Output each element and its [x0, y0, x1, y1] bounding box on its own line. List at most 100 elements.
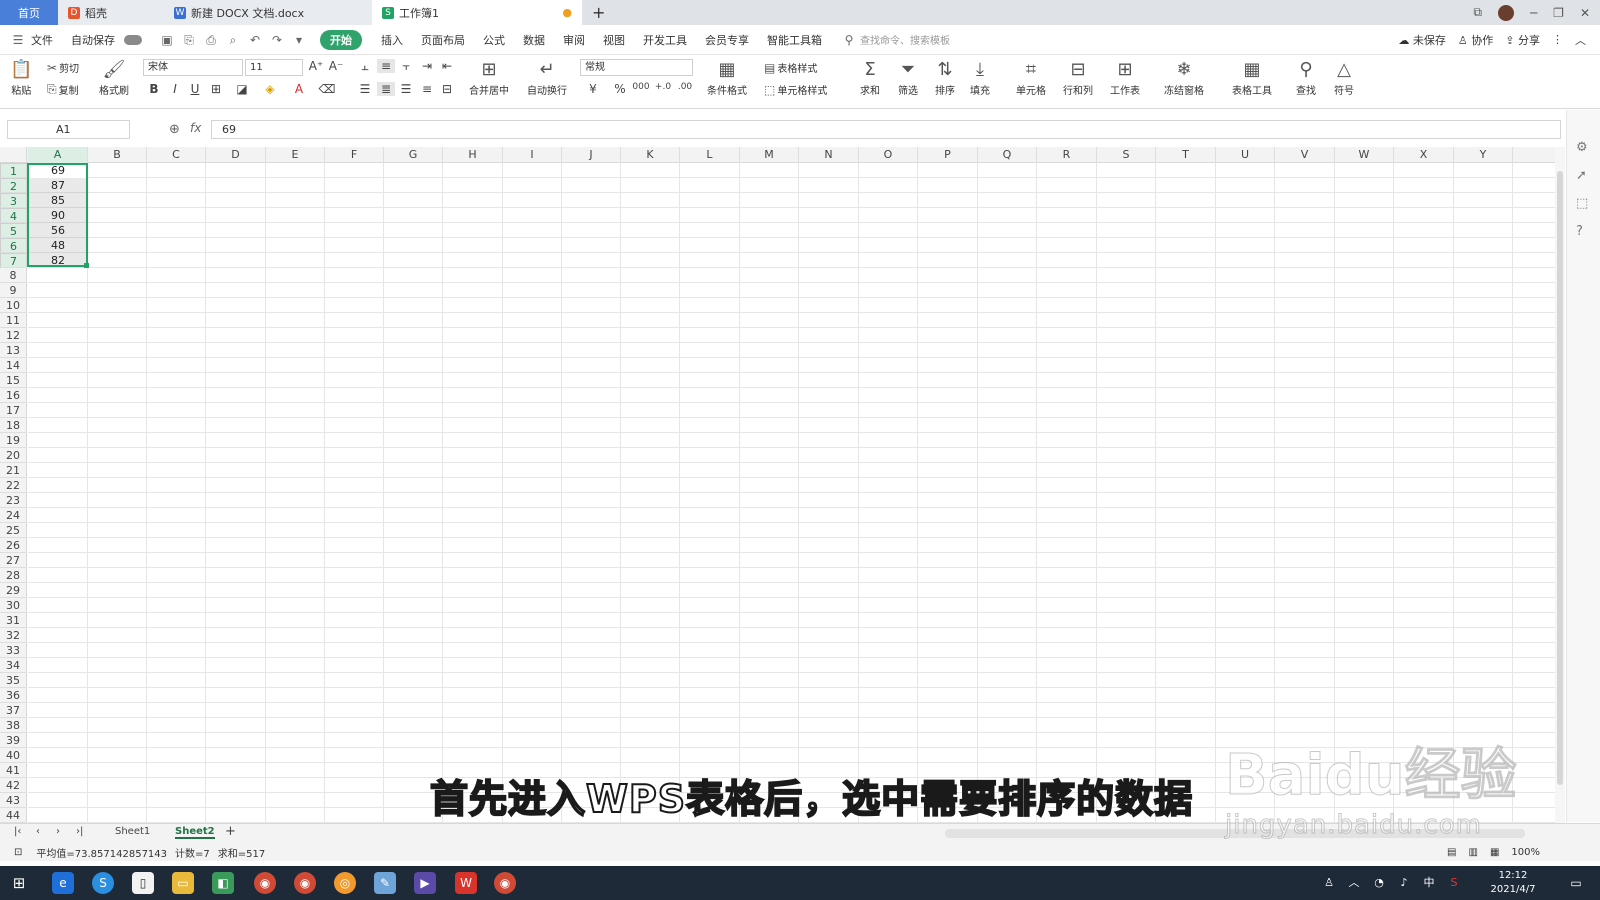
align-bottom-icon[interactable]: ⫟: [397, 59, 415, 74]
help-icon[interactable]: ?: [1576, 224, 1583, 239]
preview-icon[interactable]: ⌕: [225, 32, 241, 48]
tab-workbook[interactable]: S 工作簿1 ●: [372, 0, 582, 25]
row-header-18[interactable]: 18: [0, 418, 27, 433]
row-header-19[interactable]: 19: [0, 433, 27, 448]
sogou-icon[interactable]: S: [92, 872, 114, 894]
menu-formula[interactable]: 公式: [474, 32, 514, 48]
fill-handle[interactable]: [84, 263, 89, 268]
row-header-4[interactable]: 4: [0, 208, 27, 223]
row-header-20[interactable]: 20: [0, 448, 27, 463]
menu-developer[interactable]: 开发工具: [634, 32, 696, 48]
wps-icon[interactable]: W: [455, 872, 477, 894]
increase-decimal-icon[interactable]: +.0: [654, 82, 672, 92]
pointer-icon[interactable]: ➚: [1576, 168, 1587, 183]
sort-button[interactable]: ⇅ 排序: [935, 58, 955, 97]
row-header-30[interactable]: 30: [0, 598, 27, 613]
font-size-select[interactable]: 11: [245, 59, 303, 76]
cell-a2[interactable]: 87: [28, 178, 88, 193]
outdent-icon[interactable]: ⇤: [438, 59, 456, 73]
menu-review[interactable]: 审阅: [554, 32, 594, 48]
row-header-37[interactable]: 37: [0, 703, 27, 718]
row-header-11[interactable]: 11: [0, 313, 27, 328]
row-header-44[interactable]: 44: [0, 808, 27, 823]
restore-icon[interactable]: ❐: [1553, 6, 1564, 20]
table-tools-button[interactable]: ▦ 表格工具: [1232, 58, 1272, 97]
row-header-26[interactable]: 26: [0, 538, 27, 553]
table-style-button[interactable]: ▤ 表格样式: [764, 60, 817, 76]
undo-icon[interactable]: ↶: [247, 32, 263, 48]
document-icon[interactable]: ▯: [132, 872, 154, 894]
row-header-23[interactable]: 23: [0, 493, 27, 508]
thousands-icon[interactable]: 000: [632, 82, 650, 92]
chrome-2-icon[interactable]: ◉: [294, 872, 316, 894]
align-left-icon[interactable]: ☰: [356, 82, 374, 96]
cell-a6[interactable]: 48: [28, 238, 88, 253]
store-icon[interactable]: ◧: [212, 872, 234, 894]
conditional-format-button[interactable]: ▦ 条件格式: [707, 58, 747, 97]
align-middle-icon[interactable]: ≡: [377, 59, 395, 73]
column-header-o[interactable]: O: [859, 147, 918, 163]
currency-icon[interactable]: ¥: [584, 82, 602, 96]
row-header-8[interactable]: 8: [0, 268, 27, 283]
italic-icon[interactable]: I: [166, 82, 184, 96]
column-header-x[interactable]: X: [1394, 147, 1454, 163]
customize-icon[interactable]: ▾: [291, 32, 307, 48]
collapse-ribbon-icon[interactable]: ︿: [1575, 32, 1586, 48]
export-icon[interactable]: ⎘: [181, 32, 197, 48]
redo-icon[interactable]: ↷: [269, 32, 285, 48]
row-header-42[interactable]: 42: [0, 778, 27, 793]
cell-a7[interactable]: 82: [28, 253, 88, 268]
column-header-q[interactable]: Q: [978, 147, 1037, 163]
row-col-button[interactable]: ⊟ 行和列: [1063, 58, 1093, 97]
justify-icon[interactable]: ≡: [418, 82, 436, 96]
row-header-32[interactable]: 32: [0, 628, 27, 643]
decrease-decimal-icon[interactable]: .00: [676, 82, 694, 92]
player-icon[interactable]: ▶: [414, 872, 436, 894]
folder-icon[interactable]: ▭: [172, 872, 194, 894]
align-center-icon[interactable]: ≣: [377, 82, 395, 96]
fill-color-icon[interactable]: ◪: [233, 82, 251, 96]
percent-icon[interactable]: %: [611, 82, 629, 96]
column-header-w[interactable]: W: [1335, 147, 1394, 163]
name-box[interactable]: A1: [7, 120, 130, 139]
formula-input[interactable]: 69: [211, 120, 1561, 139]
column-header-a[interactable]: A: [28, 147, 88, 163]
row-header-29[interactable]: 29: [0, 583, 27, 598]
tray-arrow-icon[interactable]: ︿: [1343, 872, 1365, 894]
settings-icon[interactable]: ⚙: [1576, 140, 1588, 155]
row-header-9[interactable]: 9: [0, 283, 27, 298]
row-header-17[interactable]: 17: [0, 403, 27, 418]
copy-button[interactable]: ⎘ 复制: [47, 82, 79, 97]
cell-button[interactable]: ⌗ 单元格: [1016, 58, 1046, 97]
row-header-7[interactable]: 7: [0, 253, 27, 268]
menu-member[interactable]: 会员专享: [696, 32, 758, 48]
row-header-12[interactable]: 12: [0, 328, 27, 343]
menu-page-layout[interactable]: 页面布局: [412, 32, 474, 48]
grow-font-icon[interactable]: A⁺: [307, 59, 325, 73]
window-layout-icon[interactable]: ⧉: [1473, 5, 1482, 20]
cell-a5[interactable]: 56: [28, 223, 88, 238]
browser-icon[interactable]: e: [52, 872, 74, 894]
column-header-h[interactable]: H: [443, 147, 503, 163]
vertical-scrollbar[interactable]: [1555, 147, 1565, 823]
macro-icon[interactable]: ⊡: [14, 847, 22, 858]
sum-button[interactable]: Σ 求和: [860, 58, 880, 97]
sheet-tab-sheet1[interactable]: Sheet1: [115, 826, 150, 837]
notes-icon[interactable]: ✎: [374, 872, 396, 894]
autosave-toggle[interactable]: [124, 34, 142, 45]
merge-center-button[interactable]: ⊞ 合并居中: [469, 58, 509, 97]
collab-button[interactable]: ♙ 协作: [1458, 32, 1493, 48]
row-header-40[interactable]: 40: [0, 748, 27, 763]
row-header-22[interactable]: 22: [0, 478, 27, 493]
column-header-b[interactable]: B: [88, 147, 147, 163]
next-sheet-icon[interactable]: ›: [56, 826, 60, 837]
fx-icon[interactable]: fx: [190, 121, 201, 135]
border-icon[interactable]: ⊞: [207, 82, 225, 96]
spreadsheet-grid[interactable]: ABCDEFGHIJKLMNOPQRSTUVWXY 1 2 3 4 5 6 7 8 9 10 11 1…: [0, 147, 1555, 823]
row-header-35[interactable]: 35: [0, 673, 27, 688]
avatar[interactable]: [1497, 4, 1514, 21]
row-header-31[interactable]: 31: [0, 613, 27, 628]
row-header-34[interactable]: 34: [0, 658, 27, 673]
symbol-button[interactable]: △ 符号: [1334, 58, 1354, 97]
command-search-input[interactable]: 查找命令、搜索模板: [860, 32, 950, 47]
